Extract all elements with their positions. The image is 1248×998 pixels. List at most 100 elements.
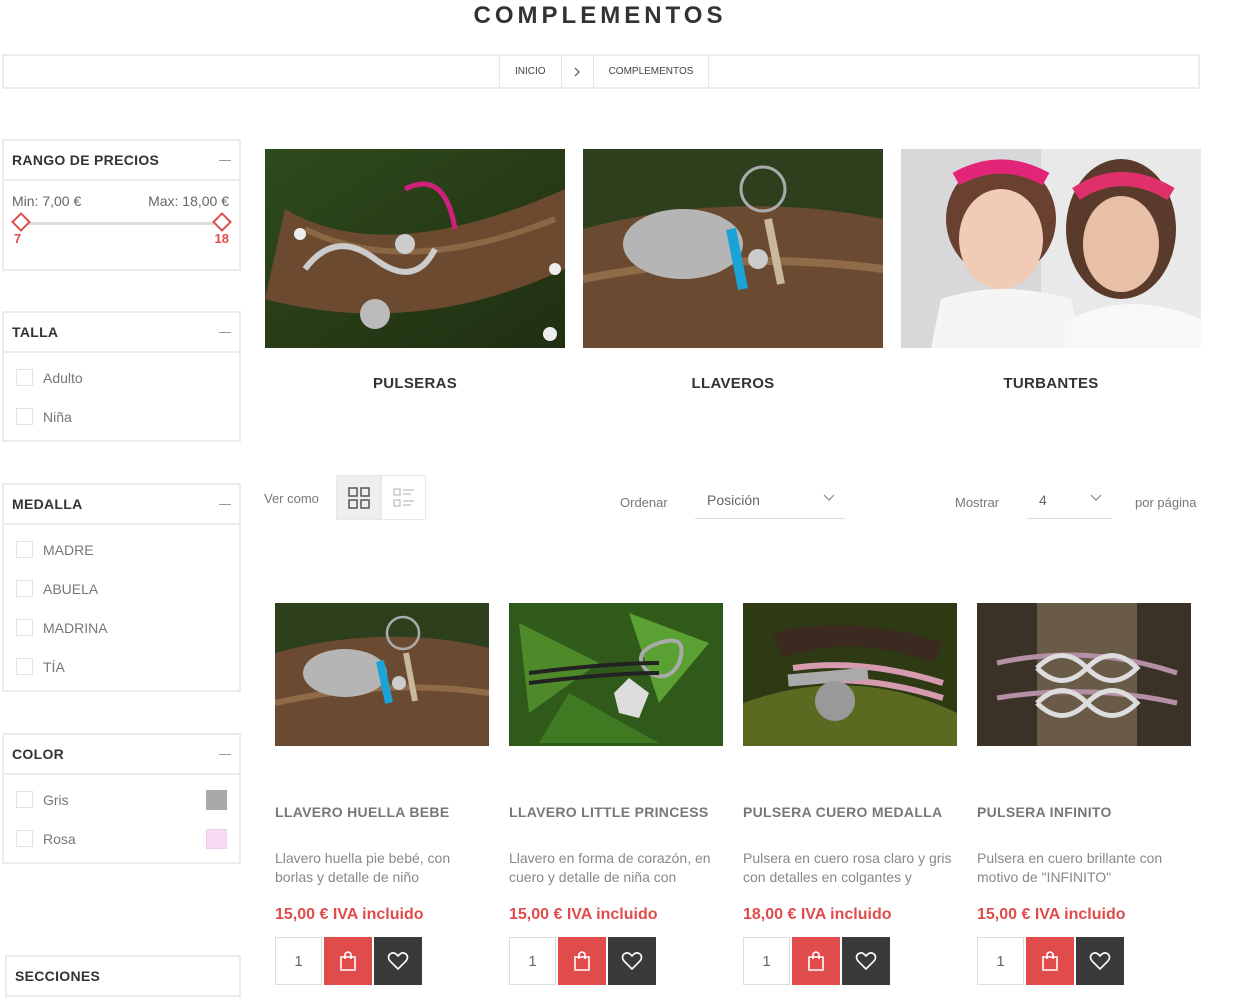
product-name[interactable]: LLAVERO HUELLA BEBE: [275, 804, 489, 820]
category-image[interactable]: [583, 149, 883, 348]
add-to-cart-button[interactable]: [792, 937, 840, 985]
checkbox[interactable]: [16, 619, 33, 636]
price-filter: RANGO DE PRECIOS Min: 7,00 € Max: 18,00 …: [2, 139, 241, 271]
category-image[interactable]: [265, 149, 565, 348]
price-range-slider[interactable]: [11, 209, 232, 239]
wishlist-button[interactable]: [374, 937, 422, 985]
quantity-input[interactable]: 1: [977, 937, 1024, 985]
filter-header-medalla[interactable]: MEDALLA: [4, 485, 239, 525]
color-filter: COLOR Gris Rosa: [2, 733, 241, 864]
product-description: Pulsera en cuero rosa claro y gris con d…: [743, 850, 952, 885]
filter-title: COLOR: [12, 746, 65, 762]
checkbox[interactable]: [16, 408, 33, 425]
quantity-input[interactable]: 1: [743, 937, 790, 985]
filter-header-talla[interactable]: TALLA: [4, 313, 239, 353]
heart-icon: [621, 952, 643, 971]
color-swatch-rosa: [206, 828, 227, 849]
filter-title: TALLA: [12, 324, 59, 340]
filter-option-tia[interactable]: TÍA: [4, 647, 239, 686]
category-image[interactable]: [901, 149, 1201, 348]
checkbox[interactable]: [16, 658, 33, 675]
medalla-filter: MEDALLA MADRE ABUELA MADRINA TÍA: [2, 483, 241, 692]
show-select[interactable]: 4: [1027, 483, 1112, 519]
product-card: LLAVERO HUELLA BEBE Llavero huella pie b…: [275, 603, 489, 985]
add-to-cart-button[interactable]: [558, 937, 606, 985]
filter-title: RANGO DE PRECIOS: [12, 152, 160, 168]
category-turbantes[interactable]: TURBANTES: [901, 149, 1201, 392]
filter-option-gris[interactable]: Gris: [4, 780, 239, 819]
sort-label: Ordenar: [620, 495, 668, 510]
slider-handle-min[interactable]: [11, 212, 31, 232]
wishlist-button[interactable]: [1076, 937, 1124, 985]
collapse-icon[interactable]: [219, 753, 231, 755]
list-icon: [392, 487, 414, 507]
collapse-icon[interactable]: [219, 331, 231, 333]
add-to-cart-button[interactable]: [324, 937, 372, 985]
filter-option-madre[interactable]: MADRE: [4, 530, 239, 569]
category-llaveros[interactable]: LLAVEROS: [583, 149, 883, 392]
filter-header-color[interactable]: COLOR: [4, 735, 239, 775]
price-max-label: Max: 18,00 €: [148, 193, 229, 209]
product-description: Llavero en forma de corazón, en cuero y …: [509, 850, 711, 885]
filter-option-adulto[interactable]: Adulto: [4, 358, 239, 397]
talla-filter: TALLA Adulto Niña: [2, 311, 241, 442]
sort-select[interactable]: Posición: [695, 483, 845, 519]
checkbox[interactable]: [16, 580, 33, 597]
filter-option-nina[interactable]: Niña: [4, 397, 239, 436]
filter-option-abuela[interactable]: ABUELA: [4, 569, 239, 608]
category-name[interactable]: LLAVEROS: [583, 375, 883, 392]
filter-option-madrina[interactable]: MADRINA: [4, 608, 239, 647]
filter-header-secciones[interactable]: SECCIONES: [7, 957, 239, 997]
add-to-cart-button[interactable]: [1026, 937, 1074, 985]
grid-icon: [347, 486, 370, 509]
filter-header-price[interactable]: RANGO DE PRECIOS: [4, 141, 239, 181]
per-page-label: por página: [1135, 495, 1197, 510]
collapse-icon[interactable]: [219, 159, 231, 161]
product-name[interactable]: PULSERA INFINITO: [977, 804, 1191, 820]
product-name[interactable]: LLAVERO LITTLE PRINCESS: [509, 804, 723, 820]
chevron-down-icon: [823, 494, 835, 501]
checkbox[interactable]: [16, 541, 33, 558]
product-toolbar: Ver como Ordenar Posición Mostrar 4 por …: [264, 475, 1201, 520]
breadcrumb-bar: INICIO COMPLEMENTOS: [2, 54, 1200, 89]
chevron-right-icon: [560, 56, 593, 87]
product-price: 15,00 € IVA incluido: [275, 906, 424, 923]
product-description: Pulsera en cuero brillante con motivo de…: [977, 850, 1163, 885]
wishlist-button[interactable]: [608, 937, 656, 985]
breadcrumb-home-link[interactable]: INICIO: [499, 56, 561, 87]
color-swatch-gris: [206, 789, 227, 810]
list-view-button[interactable]: [381, 475, 426, 520]
breadcrumb: INICIO COMPLEMENTOS: [499, 56, 710, 87]
quantity-input[interactable]: 1: [509, 937, 556, 985]
grid-view-button[interactable]: [336, 475, 381, 520]
product-name[interactable]: PULSERA CUERO MEDALLA: [743, 804, 957, 820]
product-card: LLAVERO LITTLE PRINCESS Llavero en forma…: [509, 603, 723, 985]
shopping-bag-icon: [808, 951, 824, 971]
wishlist-button[interactable]: [842, 937, 890, 985]
product-description: Llavero huella pie bebé, con borlas y de…: [275, 850, 451, 885]
product-price: 18,00 € IVA incluido: [743, 906, 892, 923]
category-name[interactable]: PULSERAS: [265, 375, 565, 392]
checkbox[interactable]: [16, 830, 33, 847]
product-image[interactable]: [743, 603, 957, 746]
heart-icon: [855, 952, 877, 971]
product-image[interactable]: [977, 603, 1191, 746]
view-label: Ver como: [264, 491, 319, 506]
product-image[interactable]: [275, 603, 489, 746]
filter-option-rosa[interactable]: Rosa: [4, 819, 239, 858]
slider-handle-max[interactable]: [212, 212, 232, 232]
shopping-bag-icon: [574, 951, 590, 971]
collapse-icon[interactable]: [219, 503, 231, 505]
show-label: Mostrar: [955, 495, 1000, 510]
category-pulseras[interactable]: PULSERAS: [265, 149, 565, 392]
secciones-filter: SECCIONES: [5, 955, 241, 998]
checkbox[interactable]: [16, 791, 33, 808]
filter-title: MEDALLA: [12, 496, 83, 512]
category-name[interactable]: TURBANTES: [901, 375, 1201, 392]
shopping-bag-icon: [1042, 951, 1058, 971]
product-image[interactable]: [509, 603, 723, 746]
heart-icon: [1089, 952, 1111, 971]
product-card: PULSERA INFINITO Pulsera en cuero brilla…: [977, 603, 1191, 985]
checkbox[interactable]: [16, 369, 33, 386]
quantity-input[interactable]: 1: [275, 937, 322, 985]
